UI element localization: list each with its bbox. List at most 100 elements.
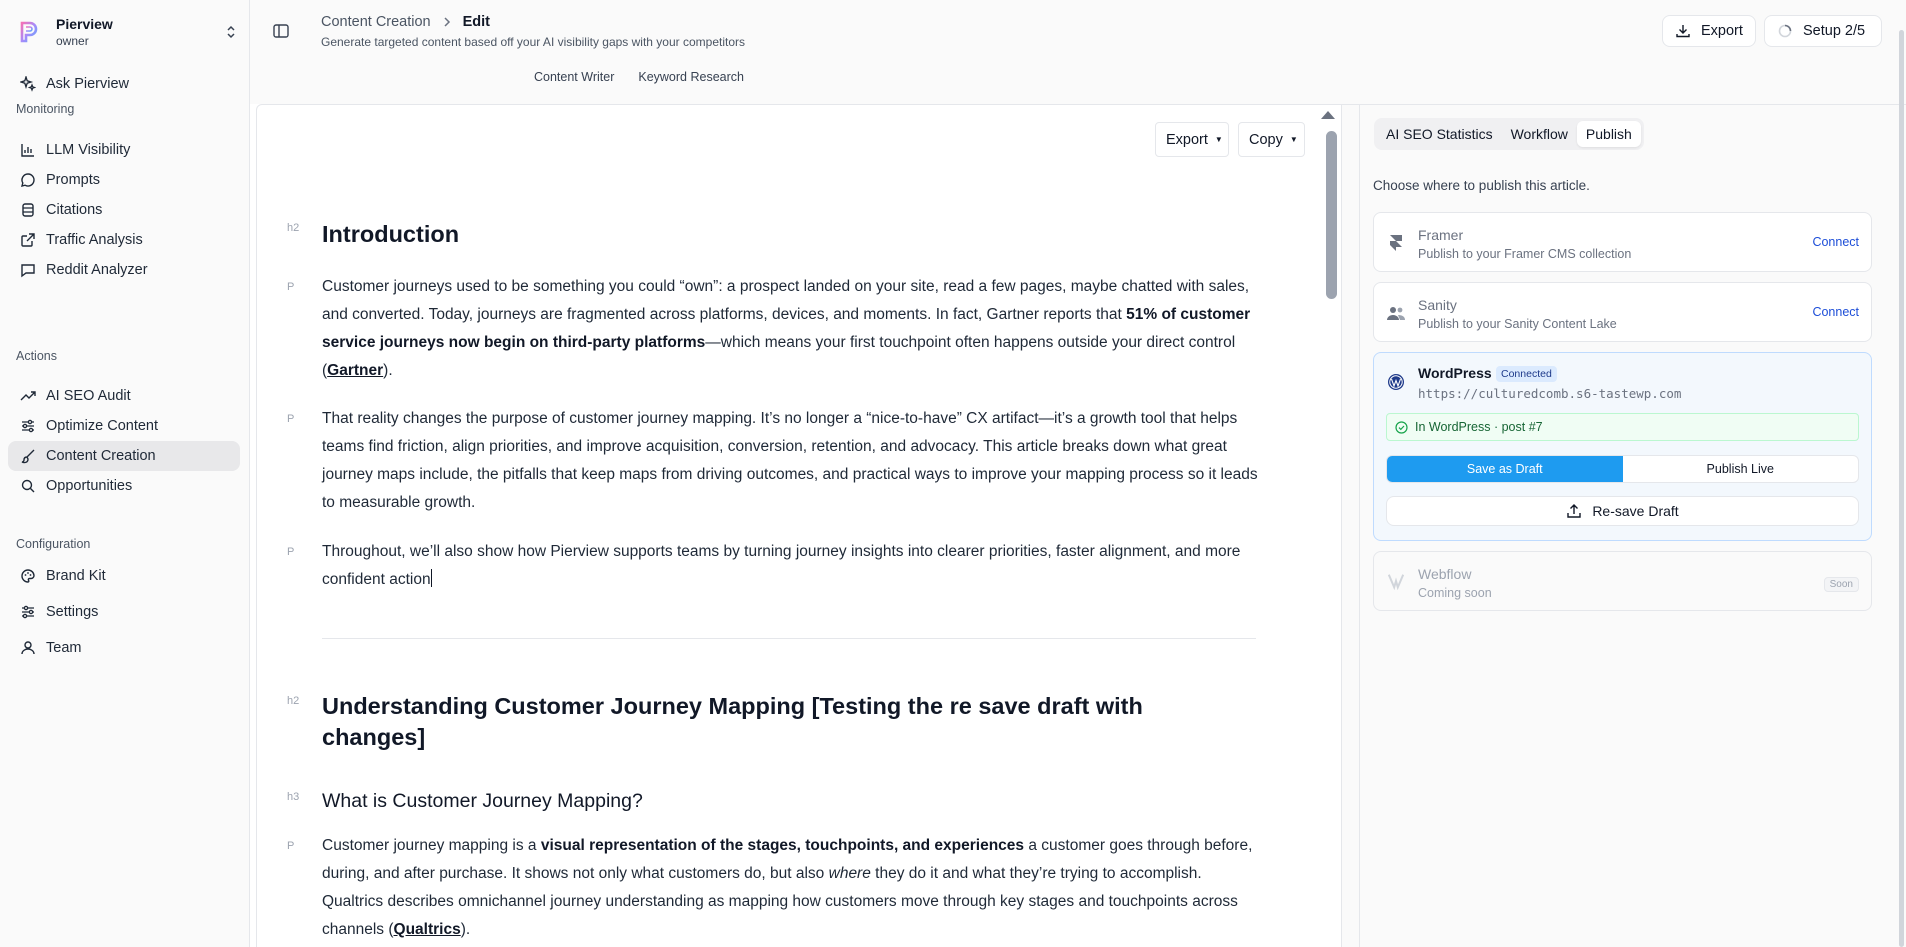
p3-text: Throughout, we’ll also show how Pierview… — [322, 543, 1241, 588]
check-circle-icon — [1395, 420, 1408, 434]
paragraph-3[interactable]: Throughout, we’ll also show how Pierview… — [322, 538, 1262, 594]
wordpress-card: WordPress Connected https://culturedcomb… — [1373, 352, 1872, 541]
gartner-link[interactable]: Gartner — [327, 362, 383, 379]
framer-connect-button[interactable]: Connect — [1812, 235, 1859, 249]
section-heading[interactable]: Understanding Customer Journey Mapping [… — [322, 691, 1202, 753]
database-icon — [20, 202, 36, 218]
p4-text-a: Customer journey mapping is a — [322, 837, 541, 854]
editor-export-dropdown[interactable]: Export ▼ — [1155, 122, 1229, 157]
nav-label: Ask Pierview — [46, 76, 129, 92]
workspace-switcher[interactable]: Pierview owner — [16, 14, 240, 50]
block-tag-h3: h3 — [287, 791, 300, 803]
editor-copy-dropdown[interactable]: Copy ▼ — [1238, 122, 1305, 157]
nav-content-creation[interactable]: Content Creation — [8, 441, 240, 471]
nav-team[interactable]: Team — [8, 633, 240, 663]
divider — [322, 638, 1256, 639]
nav-label: Settings — [46, 604, 99, 620]
nav-opportunities[interactable]: Opportunities — [8, 471, 240, 501]
header-export-button[interactable]: Export — [1662, 15, 1756, 47]
block-tag-p: P — [287, 840, 295, 852]
sanity-connect-button[interactable]: Connect — [1812, 305, 1859, 319]
block-tag-h2: h2 — [287, 222, 300, 234]
publish-description: Choose where to publish this article. — [1373, 178, 1590, 193]
breadcrumb-content-creation[interactable]: Content Creation — [321, 14, 431, 30]
sidebar-toggle-icon[interactable] — [272, 22, 290, 40]
intro-heading[interactable]: Introduction — [322, 219, 459, 250]
nav-ask-pierview[interactable]: Ask Pierview — [8, 69, 240, 99]
tab-ai-seo-statistics[interactable]: AI SEO Statistics — [1377, 121, 1502, 147]
nav-optimize-content[interactable]: Optimize Content — [8, 411, 240, 441]
nav-llm-visibility[interactable]: LLM Visibility — [8, 135, 240, 165]
section-configuration: Configuration — [16, 537, 91, 551]
page-header: Content Creation Edit Generate targeted … — [250, 0, 1906, 104]
webflow-icon — [1387, 572, 1405, 590]
save-as-draft-option[interactable]: Save as Draft — [1387, 456, 1623, 482]
users-icon — [1387, 304, 1405, 322]
nav-citations[interactable]: Citations — [8, 195, 240, 225]
nav-brand-kit[interactable]: Brand Kit — [8, 561, 240, 591]
p1-text-d: ). — [383, 362, 393, 379]
article-editor[interactable]: Export ▼ Copy ▼ h2 Introduction P Customer… — [256, 104, 1342, 947]
paragraph-2[interactable]: That reality changes the purpose of cust… — [322, 405, 1262, 517]
wordpress-title: WordPress — [1418, 365, 1492, 381]
sliders-icon — [20, 418, 36, 434]
nav-traffic-analysis[interactable]: Traffic Analysis — [8, 225, 240, 255]
settings-sliders-icon — [20, 604, 36, 620]
tab-content-writer[interactable]: Content Writer — [534, 70, 614, 84]
paragraph-4[interactable]: Customer journey mapping is a visual rep… — [322, 832, 1262, 944]
block-tag-p: P — [287, 281, 295, 293]
workspace-name: Pierview — [56, 15, 113, 32]
tab-keyword-research[interactable]: Keyword Research — [638, 70, 744, 84]
nav-label: LLM Visibility — [46, 142, 131, 158]
sparkles-icon — [20, 76, 36, 92]
framer-subtitle: Publish to your Framer CMS collection — [1418, 247, 1632, 261]
nav-ai-seo-audit[interactable]: AI SEO Audit — [8, 381, 240, 411]
resave-draft-label: Re-save Draft — [1592, 503, 1679, 519]
resave-draft-button[interactable]: Re-save Draft — [1386, 496, 1859, 526]
workspace-role: owner — [56, 33, 89, 48]
nav-label: Opportunities — [46, 478, 133, 494]
nav-prompts[interactable]: Prompts — [8, 165, 240, 195]
chevron-up-down-icon[interactable] — [222, 20, 240, 44]
framer-title: Framer — [1418, 227, 1464, 243]
editor-scrollbar[interactable] — [1326, 131, 1337, 299]
page-subtitle: Generate targeted content based off your… — [321, 35, 746, 49]
editor-export-label: Export — [1166, 131, 1208, 148]
nav-label: Reddit Analyzer — [46, 262, 148, 278]
block-tag-p: P — [287, 546, 295, 558]
publish-live-option[interactable]: Publish Live — [1623, 456, 1859, 482]
brush-icon — [20, 448, 36, 464]
breadcrumb: Content Creation Edit — [321, 14, 490, 30]
nav-label: Team — [46, 640, 82, 656]
section-actions: Actions — [16, 349, 57, 363]
page-scrollbar[interactable] — [1899, 30, 1904, 947]
qualtrics-link[interactable]: Qualtrics — [394, 921, 461, 938]
framer-icon — [1387, 234, 1405, 252]
webflow-title: Webflow — [1418, 566, 1472, 582]
sidebar: Pierview owner Ask Pierview Monitoring L… — [0, 0, 250, 947]
external-link-icon — [20, 232, 36, 248]
wordpress-url: https://culturedcomb.s6-tastewp.com — [1418, 386, 1682, 401]
p4-italic: where — [828, 865, 871, 882]
wordpress-icon — [1387, 373, 1405, 391]
tab-publish[interactable]: Publish — [1576, 121, 1641, 147]
message-square-icon — [20, 262, 36, 278]
p4-bold: visual representation of the stages, tou… — [540, 837, 1025, 854]
paragraph-1[interactable]: Customer journeys used to be something y… — [322, 273, 1262, 385]
sub-heading[interactable]: What is Customer Journey Mapping? — [322, 788, 643, 814]
publish-mode-toggle: Save as Draft Publish Live — [1386, 455, 1859, 483]
palette-icon — [20, 568, 36, 584]
caret-down-icon: ▼ — [1289, 135, 1298, 144]
nav-label: Brand Kit — [46, 568, 106, 584]
webflow-card: Webflow Coming soon Soon — [1373, 551, 1872, 611]
scroll-up-arrow-icon[interactable] — [1321, 111, 1335, 119]
content-tabs: Content Writer Keyword Research — [534, 70, 768, 84]
setup-progress-button[interactable]: Setup 2/5 — [1764, 15, 1882, 47]
nav-settings[interactable]: Settings — [8, 597, 240, 627]
breadcrumb-current: Edit — [462, 14, 491, 30]
nav-reddit-analyzer[interactable]: Reddit Analyzer — [8, 255, 240, 285]
p4-text-e: ). — [460, 921, 471, 938]
nav-label: AI SEO Audit — [46, 388, 131, 404]
framer-card: Framer Publish to your Framer CMS collec… — [1373, 212, 1872, 272]
tab-workflow[interactable]: Workflow — [1502, 121, 1577, 147]
